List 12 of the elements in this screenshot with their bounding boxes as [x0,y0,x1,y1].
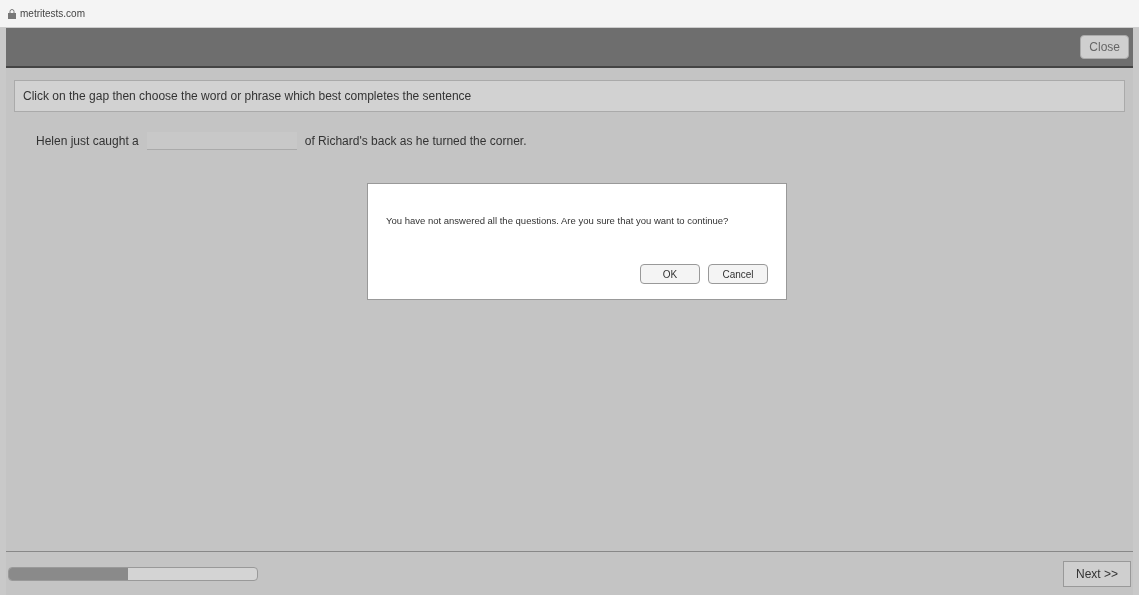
close-button[interactable]: Close [1080,35,1129,59]
dialog-button[interactable]: OK [640,264,700,285]
question-text: of Richard's back as he turned the corner. [304,133,527,150]
dialog-message: You have not answered all the questions. Are you sure that you want to continue? [386,214,730,228]
address-bar[interactable]: metritests.com [0,0,1139,28]
instruction-text: Click on the gap then choose the word or phrase which best completes the sentence [23,88,472,105]
lock-icon [8,8,16,19]
dialog-button[interactable]: Cancel [708,264,768,285]
url-domain: metritests.com [20,7,85,21]
next-button[interactable]: Next >> [1062,560,1131,587]
gap-field[interactable] [146,132,297,150]
question-text: Helen just caught a [36,133,139,150]
